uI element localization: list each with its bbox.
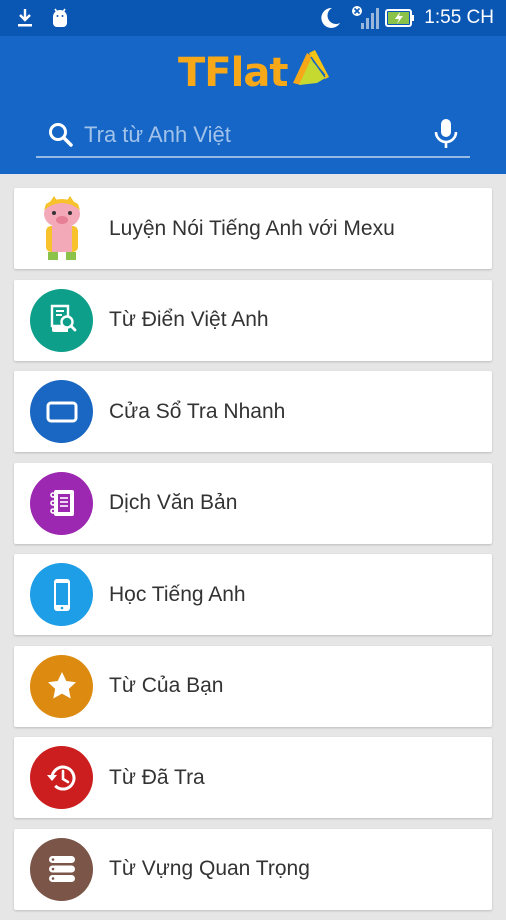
menu-item-important-vocabulary[interactable]: Từ Vựng Quan Trọng — [14, 828, 492, 910]
phone-icon — [30, 563, 93, 626]
window-icon — [30, 380, 93, 443]
menu-item-label: Từ Đã Tra — [109, 765, 205, 789]
menu-item-learn-english[interactable]: Học Tiếng Anh — [14, 554, 492, 635]
android-debug-icon — [48, 0, 72, 36]
app-header: TFlat — [0, 36, 506, 174]
notebook-icon — [30, 471, 93, 535]
menu-item-label: Từ Của Bạn — [109, 674, 224, 697]
menu-item-vietnamese-english-dictionary[interactable]: Từ Điển Việt Anh — [14, 279, 492, 361]
logo-text: TFlat — [178, 50, 288, 96]
menu-item-text-translation[interactable]: Dịch Văn Bản — [14, 462, 492, 544]
book-icon — [289, 47, 331, 92]
menu-item-label: Cửa Sổ Tra Nhanh — [109, 399, 286, 423]
app-logo: TFlat — [178, 50, 331, 96]
menu-item-label: Từ Vựng Quan Trọng — [109, 857, 310, 880]
status-time: 1:55 CH — [424, 7, 494, 28]
main-menu: Luyện Nói Tiếng Anh với Mexu Từ Điển Việ… — [14, 188, 492, 920]
list-icon — [30, 837, 93, 901]
dictionary-icon — [30, 288, 93, 352]
menu-item-label: Luyện Nói Tiếng Anh với Mexu — [109, 216, 395, 240]
microphone-icon[interactable] — [432, 118, 460, 150]
menu-item-quick-lookup-window[interactable]: Cửa Sổ Tra Nhanh — [14, 371, 492, 452]
download-icon — [14, 0, 36, 36]
star-icon — [30, 654, 93, 718]
menu-item-label: Học Tiếng Anh — [109, 582, 246, 606]
search-icon — [48, 122, 74, 148]
menu-item-speaking-practice[interactable]: Luyện Nói Tiếng Anh với Mexu — [14, 188, 492, 269]
search-bar[interactable] — [36, 114, 470, 158]
menu-item-label: Từ Điển Việt Anh — [109, 308, 269, 331]
moon-icon — [316, 0, 344, 36]
search-input[interactable] — [84, 118, 424, 152]
menu-item-your-words[interactable]: Từ Của Bạn — [14, 645, 492, 727]
menu-item-label: Dịch Văn Bản — [109, 491, 238, 514]
battery-charging-icon — [384, 0, 416, 36]
menu-item-search-history[interactable]: Từ Đã Tra — [14, 737, 492, 818]
signal-icon — [350, 0, 380, 36]
mexu-mascot-icon — [30, 195, 93, 260]
status-bar: 1:55 CH — [0, 0, 506, 36]
history-icon — [30, 746, 93, 809]
